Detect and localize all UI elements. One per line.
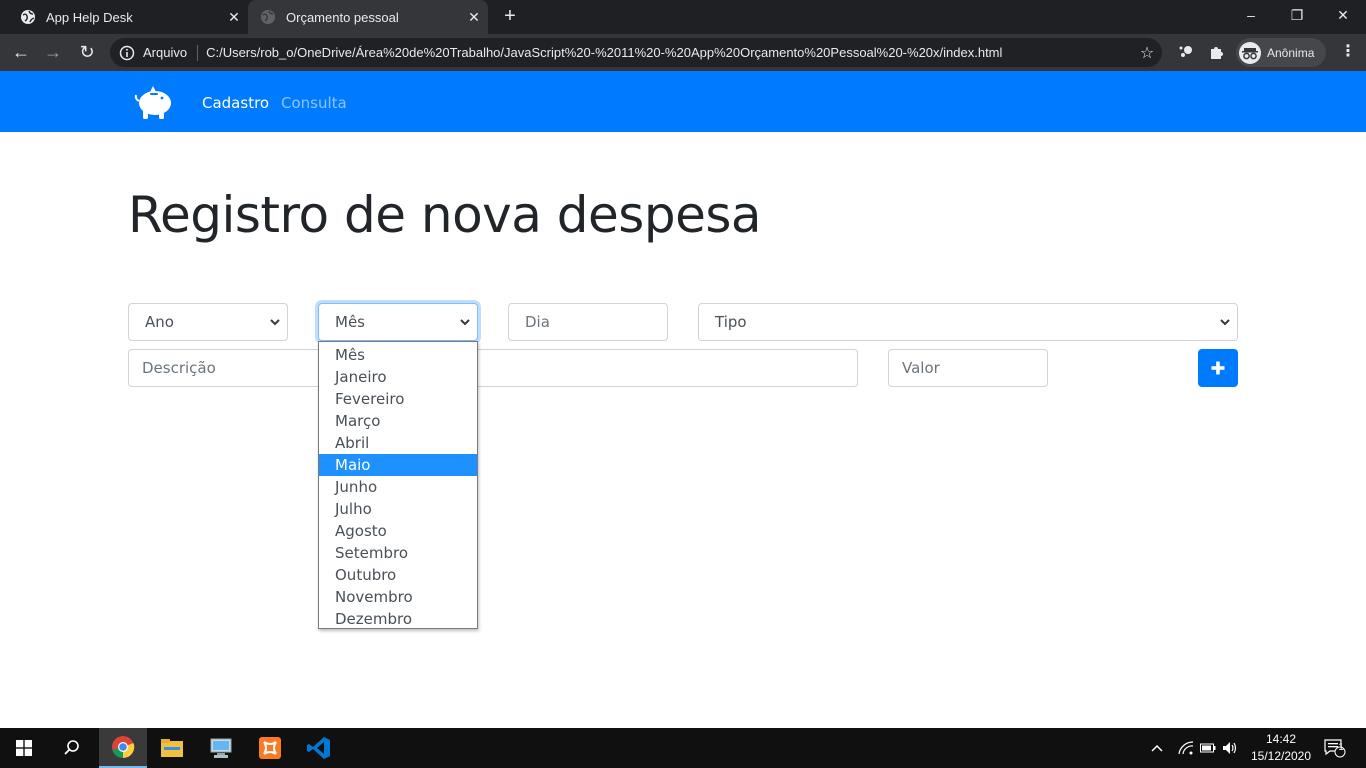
notifications-icon[interactable]: 1	[1324, 728, 1346, 768]
page-title: Registro de nova despesa	[128, 186, 762, 244]
valor-input[interactable]: Valor	[888, 349, 1048, 387]
tab-title: App Help Desk	[46, 9, 133, 25]
incognito-profile-button[interactable]: Anônima	[1236, 38, 1326, 67]
forward-icon[interactable]: →	[40, 40, 66, 66]
url-text[interactable]: C:/Users/rob_o/OneDrive/Área%20de%20Trab…	[206, 45, 1132, 60]
globe-icon	[261, 10, 275, 24]
restore-button[interactable]: ❐	[1274, 0, 1320, 30]
url-scheme-label: Arquivo	[143, 45, 188, 60]
ano-select[interactable]: Ano	[128, 303, 288, 341]
globe-icon	[21, 10, 35, 24]
menu-kebab-icon[interactable]: ⋮	[1340, 42, 1356, 62]
show-hidden-icons-icon[interactable]	[1150, 728, 1164, 768]
volume-icon[interactable]	[1222, 728, 1238, 768]
back-icon[interactable]: ←	[8, 40, 34, 66]
incognito-icon	[1239, 41, 1261, 64]
mes-option-marco[interactable]: Março	[319, 410, 477, 432]
close-tab-icon[interactable]: ✕	[220, 9, 248, 26]
info-icon	[119, 45, 135, 60]
clock-date: 15/12/2020	[1250, 749, 1312, 763]
minimize-button[interactable]: –	[1228, 0, 1274, 30]
tipo-select-value: Tipo	[715, 313, 747, 331]
mes-option-novembro[interactable]: Novembro	[319, 586, 477, 608]
close-window-button[interactable]: ✕	[1320, 0, 1366, 30]
mes-option-mes[interactable]: Mês	[319, 344, 477, 366]
search-icon[interactable]	[48, 728, 96, 768]
mes-option-fevereiro[interactable]: Fevereiro	[319, 388, 477, 410]
tab-orcamento-pessoal[interactable]: Orçamento pessoal ✕	[248, 0, 488, 34]
computer-icon[interactable]	[197, 728, 245, 768]
divider	[197, 44, 199, 61]
bookmark-star-icon[interactable]: ☆	[1132, 43, 1162, 63]
mes-option-julho[interactable]: Julho	[319, 498, 477, 520]
xampp-icon[interactable]	[246, 728, 294, 768]
mes-option-abril[interactable]: Abril	[319, 432, 477, 454]
windows-start-icon[interactable]	[0, 728, 48, 768]
reload-icon[interactable]: ↻	[74, 40, 100, 66]
file-explorer-icon[interactable]	[148, 728, 196, 768]
mes-option-janeiro[interactable]: Janeiro	[319, 366, 477, 388]
ano-select-value: Ano	[145, 313, 174, 331]
mes-option-setembro[interactable]: Setembro	[319, 542, 477, 564]
chrome-icon[interactable]	[99, 728, 147, 768]
address-bar[interactable]: Arquivo C:/Users/rob_o/OneDrive/Área%20d…	[110, 38, 1162, 67]
system-clock[interactable]: 14:42 15/12/2020	[1246, 731, 1316, 765]
mes-option-outubro[interactable]: Outubro	[319, 564, 477, 586]
notification-count: 1	[1338, 742, 1344, 753]
mes-option-maio[interactable]: Maio	[319, 454, 477, 476]
puzzle-extensions-icon[interactable]	[1207, 42, 1227, 62]
piggy-bank-icon[interactable]	[134, 83, 176, 121]
chevron-down-icon	[460, 319, 470, 326]
tipo-select[interactable]: Tipo	[698, 303, 1238, 341]
dia-placeholder: Dia	[525, 313, 550, 331]
clock-time: 14:42	[1265, 732, 1297, 746]
app-navbar: Cadastro Consulta	[0, 71, 1366, 132]
battery-icon[interactable]	[1200, 728, 1216, 768]
nav-link-consulta[interactable]: Consulta	[281, 94, 347, 112]
wifi-icon[interactable]	[1178, 728, 1194, 768]
close-tab-icon[interactable]: ✕	[460, 9, 488, 26]
tab-app-help-desk[interactable]: App Help Desk ✕	[8, 0, 248, 34]
extension-icon[interactable]	[1176, 42, 1196, 62]
plus-icon	[1211, 361, 1225, 375]
descricao-input[interactable]: Descrição	[128, 349, 858, 387]
mes-select[interactable]: Mês	[318, 303, 478, 341]
chevron-down-icon	[1220, 319, 1230, 326]
valor-placeholder: Valor	[902, 359, 940, 377]
mes-option-agosto[interactable]: Agosto	[319, 520, 477, 542]
mes-select-value: Mês	[335, 313, 365, 331]
mes-dropdown-list: Mês Janeiro Fevereiro Março Abril Maio Junho Ju…	[318, 341, 478, 629]
chevron-down-icon	[270, 319, 280, 326]
descricao-placeholder: Descrição	[142, 359, 216, 377]
nav-link-cadastro[interactable]: Cadastro	[202, 94, 269, 112]
dia-input[interactable]: Dia	[508, 303, 668, 341]
new-tab-button[interactable]: +	[498, 5, 522, 29]
mes-option-dezembro[interactable]: Dezembro	[319, 608, 477, 630]
browser-toolbar: ← → ↻ Arquivo C:/Users/rob_o/OneDrive/Ár…	[0, 34, 1366, 71]
browser-tab-bar: App Help Desk ✕ Orçamento pessoal ✕ + – …	[0, 0, 1366, 34]
vscode-icon[interactable]	[295, 728, 343, 768]
windows-taskbar: 14:42 15/12/2020 1	[0, 728, 1366, 768]
mes-option-junho[interactable]: Junho	[319, 476, 477, 498]
add-expense-button[interactable]	[1198, 349, 1238, 387]
profile-label: Anônima	[1267, 45, 1315, 60]
tab-title: Orçamento pessoal	[286, 9, 399, 25]
